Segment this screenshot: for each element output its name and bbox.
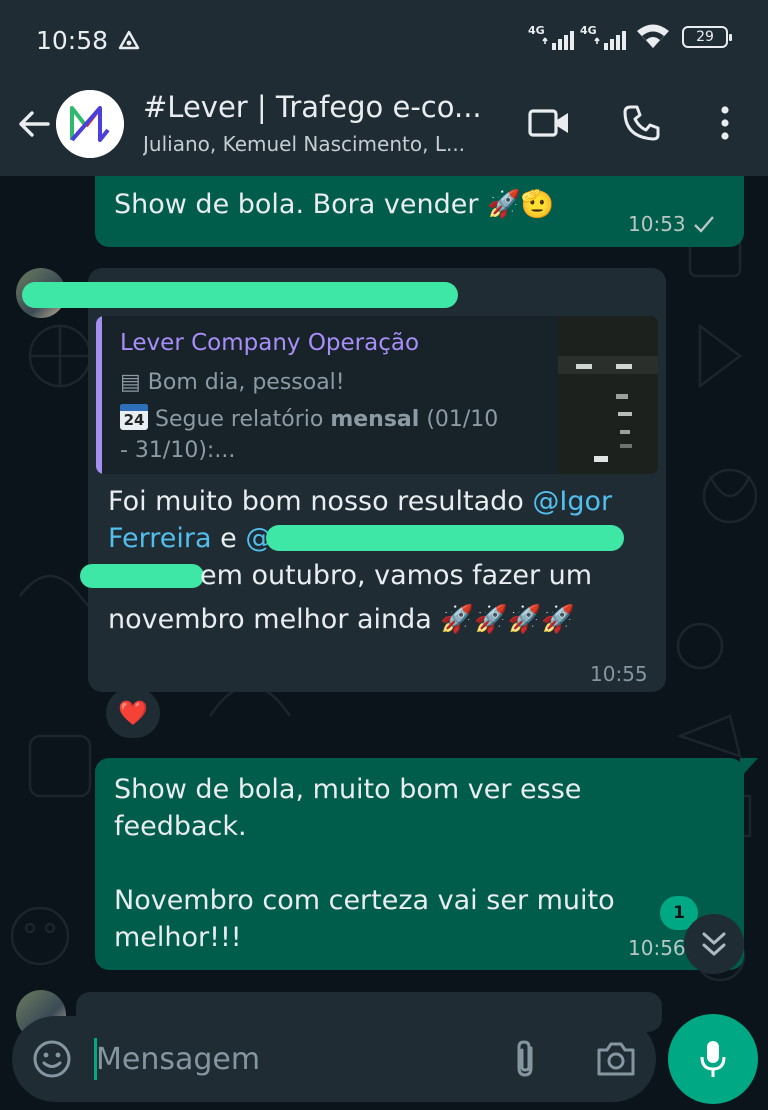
message-text: em outubro, vamos fazer um — [200, 560, 593, 591]
quoted-message[interactable]: Lever Company Operação ▤ Bom dia, pessoa… — [96, 316, 658, 474]
video-camera-icon — [528, 109, 568, 137]
status-icons: 4G 4G 29 — [528, 24, 732, 50]
status-bar: 10:58 4G 4G 29 — [0, 0, 768, 80]
message-text: melhor!!! — [114, 922, 242, 953]
message-text: Novembro com certeza vai ser muito — [114, 885, 615, 916]
message-input[interactable] — [96, 1032, 476, 1086]
arrow-left-icon — [19, 111, 50, 137]
chat-screen: 10:58 4G 4G 29 Show de bola. Bora vender… — [0, 0, 768, 1110]
back-button[interactable] — [14, 104, 54, 144]
group-avatar[interactable] — [56, 90, 124, 158]
quote-line: - 31/10):... — [120, 438, 236, 463]
calendar-icon: 24 — [120, 404, 148, 430]
attach-button[interactable] — [504, 1037, 548, 1081]
message-time: 10:53 — [628, 212, 686, 236]
chat-header-overlay: #Lever | Trafego e-co... Juliano, Kemuel… — [0, 80, 768, 176]
phone-icon — [623, 105, 660, 141]
message-bubble-outgoing[interactable]: Show de bola, muito bom ver esse feedbac… — [95, 758, 744, 970]
message-time: 10:56 — [628, 936, 686, 960]
smiley-icon — [33, 1040, 71, 1078]
message-text: novembro melhor ainda 🚀🚀🚀🚀 — [108, 604, 575, 635]
message-composer — [12, 1016, 656, 1102]
double-chevron-down-icon — [702, 932, 726, 956]
microphone-icon — [700, 1041, 726, 1077]
message-time: 10:55 — [590, 662, 648, 686]
message-text: Show de bola, muito bom ver esse — [114, 774, 582, 805]
wifi-icon — [637, 24, 669, 48]
status-time: 10:58 — [36, 26, 109, 55]
sent-check-icon — [694, 216, 714, 233]
video-call-button[interactable] — [524, 98, 574, 148]
message-text: Show de bola. Bora vender 🚀🫡 — [114, 189, 555, 220]
camera-icon — [597, 1042, 635, 1076]
signal-icon: 4G — [580, 24, 626, 50]
voice-message-button[interactable] — [668, 1014, 758, 1104]
redacted-mention — [80, 564, 204, 588]
chat-title[interactable]: #Lever | Trafego e-co... — [143, 90, 503, 124]
group-logo-icon — [56, 90, 124, 158]
camera-button[interactable] — [594, 1037, 638, 1081]
mention[interactable]: Ferreira — [108, 523, 212, 554]
quote-thumbnail — [558, 316, 658, 474]
scroll-to-bottom-button[interactable] — [684, 914, 744, 974]
more-options-button[interactable] — [700, 98, 750, 148]
bubble-tail — [740, 758, 758, 778]
document-icon: ▤ — [120, 370, 141, 395]
heart-icon: ❤️ — [118, 699, 148, 727]
voice-call-button[interactable] — [616, 98, 666, 148]
message-text: Ferreira e @ — [108, 523, 273, 554]
message-text: feedback. — [114, 811, 247, 842]
reaction-badge[interactable]: ❤️ — [106, 688, 160, 738]
quote-bar — [96, 316, 102, 474]
chat-participants[interactable]: Juliano, Kemuel Nascimento, L... — [143, 132, 503, 156]
mention[interactable]: @Igor — [532, 486, 612, 517]
quote-line: 24 Segue relatório mensal (01/10 — [120, 404, 498, 432]
paperclip-icon — [517, 1040, 533, 1077]
message-text: Foi muito bom nosso resultado @Igor — [108, 486, 613, 517]
alert-triangle-icon — [118, 30, 140, 50]
signal-icon: 4G — [528, 24, 574, 50]
report-thumbnail-image — [558, 316, 658, 474]
redacted-mention — [266, 525, 624, 551]
quote-sender: Lever Company Operação — [120, 330, 420, 356]
quote-line: ▤ Bom dia, pessoal! — [120, 370, 345, 395]
battery-icon: 29 — [682, 26, 732, 48]
more-vertical-icon — [721, 106, 729, 140]
emoji-button[interactable] — [30, 1037, 74, 1081]
redacted-sender-name — [22, 282, 458, 308]
